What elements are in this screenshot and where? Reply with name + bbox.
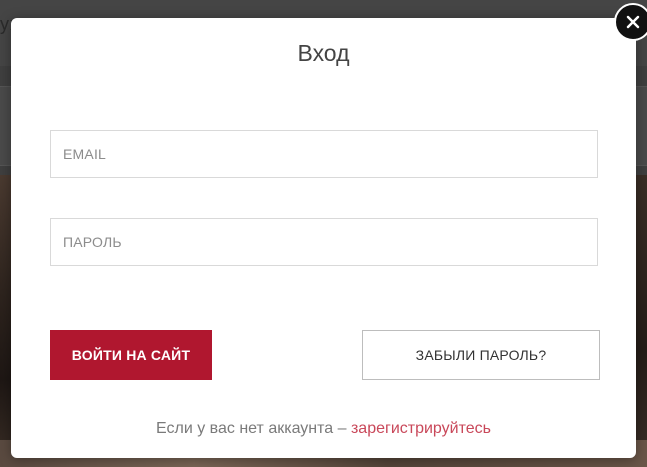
register-prompt: Если у вас нет аккаунта – зарегистрируйт… xyxy=(11,420,636,438)
close-icon xyxy=(626,15,640,29)
password-field[interactable] xyxy=(50,218,598,266)
close-modal-button[interactable] xyxy=(614,3,647,41)
register-link[interactable]: зарегистрируйтесь xyxy=(351,420,491,437)
login-modal: Вход ВОЙТИ НА САЙТ ЗАБЫЛИ ПАРОЛЬ? Если у… xyxy=(11,18,636,458)
modal-title: Вход xyxy=(297,40,350,66)
login-button[interactable]: ВОЙТИ НА САЙТ xyxy=(50,330,212,380)
register-prompt-text: Если у вас нет аккаунта – xyxy=(156,420,351,437)
email-field[interactable] xyxy=(50,130,598,178)
forgot-password-button[interactable]: ЗАБЫЛИ ПАРОЛЬ? xyxy=(362,330,600,380)
